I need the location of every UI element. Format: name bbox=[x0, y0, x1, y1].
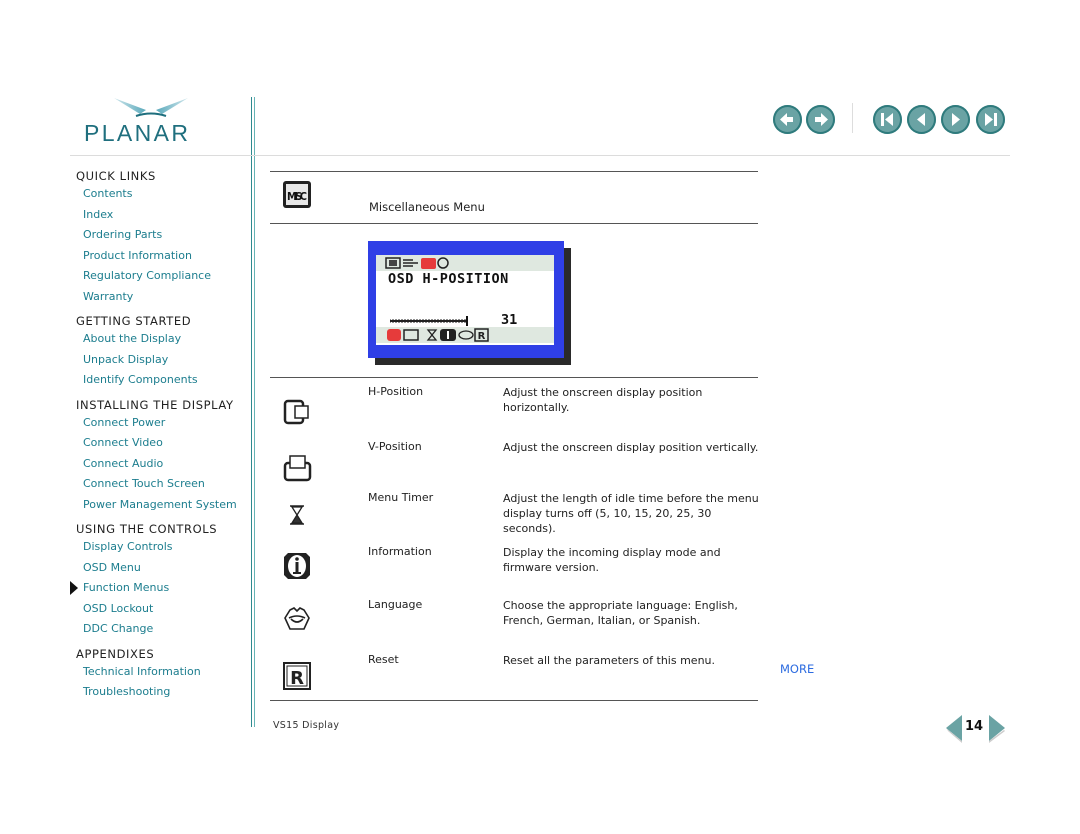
sidebar-link-power-management[interactable]: Power Management System bbox=[76, 495, 248, 516]
misc-icon: MISC bbox=[283, 181, 311, 208]
hourglass-icon bbox=[290, 505, 304, 525]
reset-icon: R bbox=[283, 662, 311, 690]
nav-separator bbox=[852, 103, 853, 133]
header-rule bbox=[70, 155, 1010, 156]
section-title: INSTALLING THE DISPLAY bbox=[76, 397, 234, 412]
menu-item-row: R Reset Reset all the parameters of this… bbox=[270, 653, 760, 703]
sidebar-link-function-menus[interactable]: Function Menus bbox=[70, 578, 248, 599]
section-title: APPENDIXES bbox=[76, 646, 155, 661]
sidebar-nav: QUICK LINKS Contents Index Ordering Part… bbox=[70, 168, 248, 709]
osd-value: 31 bbox=[501, 312, 518, 328]
osd-heading: OSD H-POSITION bbox=[388, 271, 509, 287]
section-installing: INSTALLING THE DISPLAY Connect Power Con… bbox=[76, 397, 248, 516]
content-rule bbox=[270, 223, 758, 224]
h-position-icon bbox=[283, 399, 309, 425]
sidebar-link-ordering-parts[interactable]: Ordering Parts bbox=[76, 225, 248, 246]
more-link[interactable]: MORE bbox=[780, 662, 814, 676]
page-number: 14 bbox=[965, 719, 984, 734]
section-title: GETTING STARTED bbox=[76, 314, 192, 328]
next-page-icon bbox=[952, 113, 960, 126]
menu-item-row: Information Display the incoming display… bbox=[270, 545, 760, 595]
information-icon bbox=[284, 553, 310, 579]
osd-screen-illustration: OSD H-POSITION 31 R bbox=[368, 241, 571, 365]
first-page-icon bbox=[881, 113, 893, 126]
osd-frame: OSD H-POSITION 31 R bbox=[368, 241, 564, 358]
item-description: Choose the appropriate language: English… bbox=[503, 599, 738, 627]
item-description: Adjust the onscreen display position ver… bbox=[503, 441, 759, 454]
sidebar-link-warranty[interactable]: Warranty bbox=[76, 287, 248, 308]
page-navigator: 14 bbox=[942, 713, 1008, 743]
sidebar-link-troubleshooting[interactable]: Troubleshooting bbox=[76, 682, 248, 703]
logo-wordmark: PLANAR bbox=[84, 120, 191, 146]
sidebar-link-display-controls[interactable]: Display Controls bbox=[76, 537, 248, 558]
content-rule bbox=[270, 171, 758, 172]
osd-menu-icons bbox=[385, 257, 449, 269]
sidebar-link-connect-video[interactable]: Connect Video bbox=[76, 433, 248, 454]
osd-slider bbox=[390, 316, 468, 326]
osd-inner: OSD H-POSITION 31 R bbox=[376, 255, 554, 345]
previous-page-button[interactable] bbox=[907, 105, 936, 134]
first-page-button[interactable] bbox=[873, 105, 902, 134]
item-name: Information bbox=[368, 545, 432, 558]
previous-page-icon bbox=[917, 113, 925, 126]
svg-text:R: R bbox=[478, 331, 486, 342]
menu-item-row: Language Choose the appropriate language… bbox=[270, 598, 760, 648]
back-arrow-icon bbox=[780, 113, 793, 126]
section-getting-started: GETTING STARTED About the Display Unpack… bbox=[76, 313, 248, 391]
osd-submenu-icons-bar: R bbox=[376, 327, 554, 343]
forward-button[interactable] bbox=[806, 105, 835, 134]
section-title: QUICK LINKS bbox=[76, 169, 156, 183]
item-name: Reset bbox=[368, 653, 399, 666]
svg-text:MISC: MISC bbox=[287, 190, 307, 203]
sidebar-link-identify-components[interactable]: Identify Components bbox=[76, 370, 248, 391]
next-page-arrow-icon[interactable] bbox=[987, 715, 1007, 743]
sidebar-link-about-display[interactable]: About the Display bbox=[76, 329, 248, 350]
item-description: Adjust the onscreen display position hor… bbox=[503, 386, 703, 414]
sidebar-link-unpack-display[interactable]: Unpack Display bbox=[76, 350, 248, 371]
sidebar-link-osd-lockout[interactable]: OSD Lockout bbox=[76, 599, 248, 620]
section-quick-links: QUICK LINKS Contents Index Ordering Part… bbox=[76, 168, 248, 307]
document-title: VS15 Display bbox=[273, 720, 340, 731]
menu-item-row: V-Position Adjust the onscreen display p… bbox=[270, 440, 760, 490]
previous-page-arrow-icon[interactable] bbox=[944, 715, 964, 743]
section-title: USING THE CONTROLS bbox=[76, 522, 218, 536]
section-using-controls: USING THE CONTROLS Display Controls OSD … bbox=[70, 521, 248, 640]
sidebar-link-contents[interactable]: Contents bbox=[76, 184, 248, 205]
osd-menu-icons-bar bbox=[376, 255, 554, 271]
section-appendixes: APPENDIXES Technical Information Trouble… bbox=[76, 646, 248, 703]
sidebar-link-osd-menu[interactable]: OSD Menu bbox=[76, 558, 248, 579]
v-position-icon bbox=[283, 455, 312, 482]
next-page-button[interactable] bbox=[941, 105, 970, 134]
item-name: H-Position bbox=[368, 385, 424, 398]
forward-arrow-icon bbox=[815, 113, 828, 126]
osd-slider-thumb bbox=[466, 316, 468, 326]
sidebar-link-connect-touch-screen[interactable]: Connect Touch Screen bbox=[76, 474, 248, 495]
sidebar-link-connect-audio[interactable]: Connect Audio bbox=[76, 454, 248, 475]
sidebar-link-technical-information[interactable]: Technical Information bbox=[76, 662, 248, 683]
last-page-button[interactable] bbox=[976, 105, 1005, 134]
menu-item-row: Menu Timer Adjust the length of idle tim… bbox=[270, 491, 760, 541]
content-rule bbox=[270, 700, 758, 701]
last-page-icon bbox=[985, 113, 997, 126]
item-description: Display the incoming display mode and fi… bbox=[503, 546, 721, 574]
sidebar-divider bbox=[251, 97, 255, 727]
osd-submenu-icons: R bbox=[387, 328, 489, 342]
planar-logo: PLANAR bbox=[84, 96, 218, 146]
language-icon bbox=[284, 607, 310, 630]
item-name: Menu Timer bbox=[368, 491, 434, 504]
item-name: Language bbox=[368, 598, 423, 611]
sidebar-link-ddc-change[interactable]: DDC Change bbox=[76, 619, 248, 640]
item-description: Adjust the length of idle time before th… bbox=[503, 492, 759, 535]
content-rule bbox=[270, 377, 758, 378]
menu-item-row: H-Position Adjust the onscreen display p… bbox=[270, 385, 760, 435]
sidebar-link-index[interactable]: Index bbox=[76, 205, 248, 226]
item-name: V-Position bbox=[368, 440, 422, 453]
sidebar-link-regulatory-compliance[interactable]: Regulatory Compliance bbox=[76, 266, 248, 287]
back-button[interactable] bbox=[773, 105, 802, 134]
item-description: Reset all the parameters of this menu. bbox=[503, 654, 716, 667]
svg-text:R: R bbox=[290, 668, 304, 689]
sidebar-link-connect-power[interactable]: Connect Power bbox=[76, 413, 248, 434]
section-heading: Miscellaneous Menu bbox=[369, 200, 485, 214]
sidebar-link-product-information[interactable]: Product Information bbox=[76, 246, 248, 267]
